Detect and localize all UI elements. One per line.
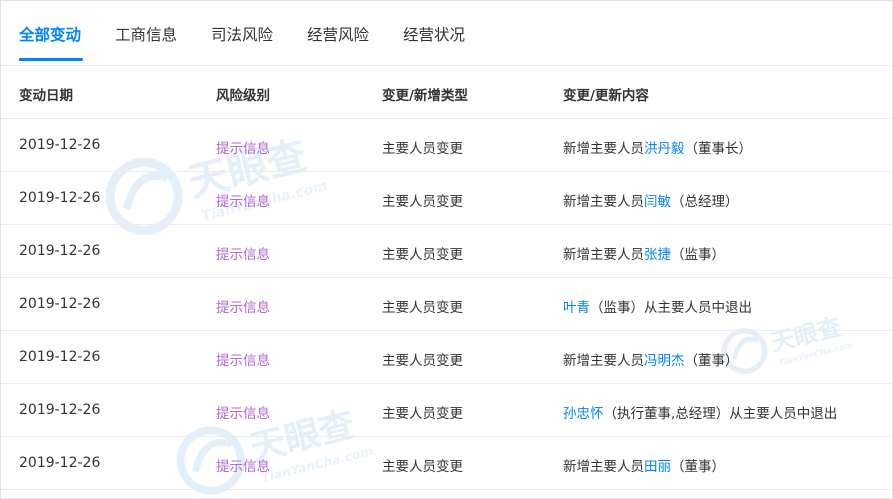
risk-level: 提示信息 <box>216 353 270 369</box>
column-header-change-type: 变更/新增类型 <box>382 88 468 104</box>
change-type: 主要人员变更 <box>382 194 463 210</box>
table-row: 2019-12-26 提示信息 主要人员变更 叶青（监事）从主要人员中退出 <box>1 278 892 331</box>
content-suffix: （董事长） <box>684 141 753 157</box>
tab-bar: 全部变动 工商信息 司法风险 经营风险 经营状况 <box>1 1 892 66</box>
content-suffix: （监事） <box>671 247 725 263</box>
table-row: 2019-12-26 提示信息 主要人员变更 孙忠怀（执行董事,总经理）从主要人… <box>1 384 892 437</box>
content-prefix: 新增主要人员 <box>563 141 644 157</box>
change-type: 主要人员变更 <box>382 406 463 422</box>
person-link[interactable]: 冯明杰 <box>644 353 685 369</box>
change-content: 新增主要人员闫敏（总经理） <box>563 190 739 210</box>
tab-operating-risk[interactable]: 经营风险 <box>307 23 369 45</box>
change-content: 叶青（监事）从主要人员中退出 <box>563 296 752 316</box>
risk-level: 提示信息 <box>216 300 270 316</box>
content-suffix: （董事） <box>671 459 725 475</box>
change-type: 主要人员变更 <box>382 353 463 369</box>
tab-judicial-risk[interactable]: 司法风险 <box>211 23 273 45</box>
risk-level: 提示信息 <box>216 459 270 475</box>
change-date: 2019-12-26 <box>19 402 101 418</box>
person-link[interactable]: 田丽 <box>644 459 671 475</box>
table-row: 2019-12-26 提示信息 主要人员变更 新增主要人员冯明杰（董事） <box>1 331 892 384</box>
change-content: 孙忠怀（执行董事,总经理）从主要人员中退出 <box>563 402 837 422</box>
content-suffix: （董事） <box>684 353 739 369</box>
person-link[interactable]: 张捷 <box>644 247 671 263</box>
change-content: 新增主要人员田丽（董事） <box>563 455 725 475</box>
content-suffix: （监事）从主要人员中退出 <box>590 300 752 316</box>
change-date: 2019-12-26 <box>19 190 101 206</box>
change-content: 新增主要人员张捷（监事） <box>563 243 725 263</box>
table-row: 2019-12-26 提示信息 主要人员变更 新增主要人员张捷（监事） <box>1 225 892 278</box>
person-link[interactable]: 闫敏 <box>644 194 671 210</box>
tab-all-changes[interactable]: 全部变动 <box>19 23 81 45</box>
change-type: 主要人员变更 <box>382 141 463 157</box>
change-log-panel: 天眼查 TianYanCha.com 天眼查 TianYanCha.com 天眼… <box>0 0 893 499</box>
change-date: 2019-12-26 <box>19 455 101 471</box>
person-link[interactable]: 孙忠怀 <box>563 406 604 422</box>
content-suffix: （总经理） <box>671 194 739 210</box>
change-date: 2019-12-26 <box>19 137 101 153</box>
table-row: 2019-12-26 提示信息 主要人员变更 新增主要人员田丽（董事） <box>1 437 892 490</box>
content-prefix: 新增主要人员 <box>563 194 644 210</box>
risk-level: 提示信息 <box>216 194 270 210</box>
table-header: 变动日期 风险级别 变更/新增类型 变更/更新内容 <box>1 66 892 119</box>
tab-business-info[interactable]: 工商信息 <box>115 23 177 45</box>
person-link[interactable]: 洪丹毅 <box>644 141 685 157</box>
risk-level: 提示信息 <box>216 406 270 422</box>
risk-level: 提示信息 <box>216 247 270 263</box>
content-prefix: 新增主要人员 <box>563 353 644 369</box>
content-prefix: 新增主要人员 <box>563 247 644 263</box>
active-tab-indicator <box>19 58 83 61</box>
change-content: 新增主要人员洪丹毅（董事长） <box>563 137 752 157</box>
change-date: 2019-12-26 <box>19 243 101 259</box>
column-header-change-content: 变更/更新内容 <box>563 88 649 104</box>
change-type: 主要人员变更 <box>382 247 463 263</box>
change-date: 2019-12-26 <box>19 349 101 365</box>
table-row: 2019-12-26 提示信息 主要人员变更 新增主要人员闫敏（总经理） <box>1 172 892 225</box>
person-link[interactable]: 叶青 <box>563 300 590 316</box>
table-row: 2019-12-26 提示信息 主要人员变更 新增主要人员洪丹毅（董事长） <box>1 119 892 172</box>
tab-operating-status[interactable]: 经营状况 <box>403 23 465 45</box>
column-header-date: 变动日期 <box>19 88 73 104</box>
content-prefix: 新增主要人员 <box>563 459 644 475</box>
change-type: 主要人员变更 <box>382 459 463 475</box>
risk-level: 提示信息 <box>216 141 270 157</box>
change-date: 2019-12-26 <box>19 296 101 312</box>
content-suffix: （执行董事,总经理）从主要人员中退出 <box>603 406 838 422</box>
change-type: 主要人员变更 <box>382 300 463 316</box>
column-header-risk-level: 风险级别 <box>216 88 270 104</box>
change-content: 新增主要人员冯明杰（董事） <box>563 349 739 369</box>
